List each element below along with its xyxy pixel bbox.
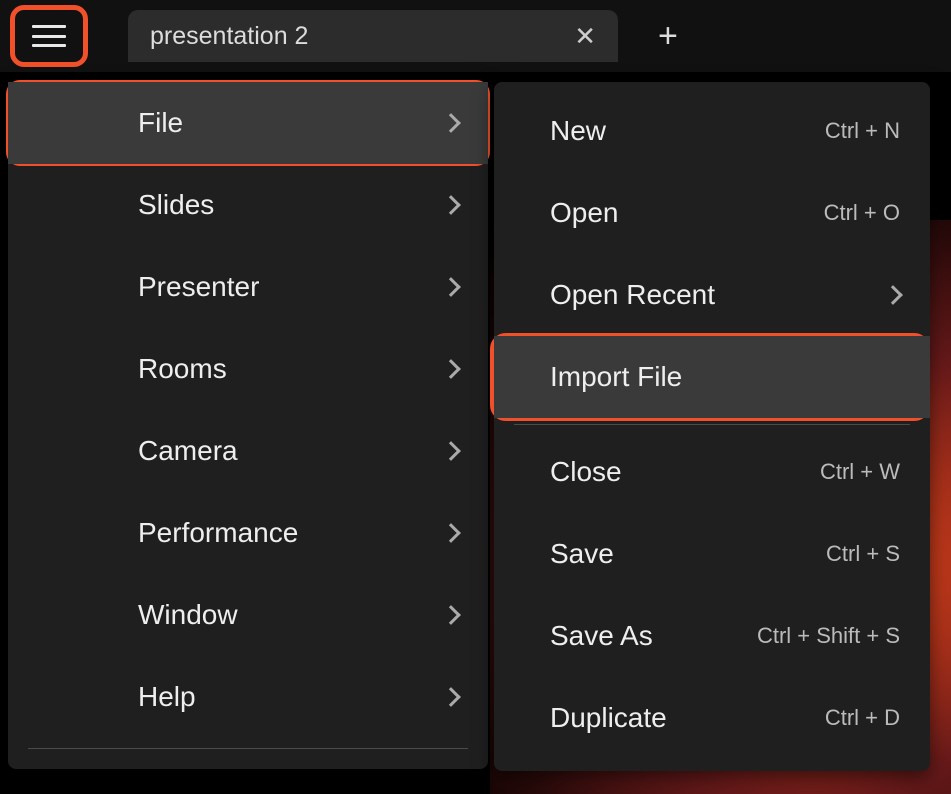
submenu-item-duplicate[interactable]: Duplicate Ctrl + D [494,677,930,759]
chevron-right-icon [441,113,461,133]
submenu-item-import-file[interactable]: Import File [494,336,930,418]
submenu-item-label: Open Recent [550,279,715,311]
document-tab[interactable]: presentation 2 ✕ [128,10,618,62]
menu-divider [28,748,468,749]
submenu-item-save[interactable]: Save Ctrl + S [494,513,930,595]
file-submenu: New Ctrl + N Open Ctrl + O Open Recent I… [494,82,930,771]
chevron-right-icon [441,523,461,543]
submenu-item-new[interactable]: New Ctrl + N [494,90,930,172]
menu-item-label: Camera [138,435,238,467]
chevron-right-icon [883,285,903,305]
submenu-shortcut: Ctrl + Shift + S [757,623,900,649]
menu-item-label: Rooms [138,353,227,385]
menu-item-label: Slides [138,189,214,221]
submenu-item-open[interactable]: Open Ctrl + O [494,172,930,254]
submenu-shortcut: Ctrl + O [824,200,900,226]
menu-item-label: Performance [138,517,298,549]
submenu-item-label: Import File [550,361,682,393]
submenu-item-save-as[interactable]: Save As Ctrl + Shift + S [494,595,930,677]
menu-item-label: Presenter [138,271,259,303]
chevron-right-icon [441,687,461,707]
submenu-item-label: Save [550,538,614,570]
menu-item-file[interactable]: File [8,82,488,164]
hamburger-button[interactable] [10,5,88,67]
submenu-item-label: Save As [550,620,653,652]
menu-item-label: Window [138,599,238,631]
top-bar: presentation 2 ✕ + [0,0,951,72]
chevron-right-icon [441,277,461,297]
chevron-right-icon [441,605,461,625]
chevron-right-icon [441,441,461,461]
submenu-shortcut: Ctrl + S [826,541,900,567]
menu-item-camera[interactable]: Camera [8,410,488,492]
submenu-item-label: Open [550,197,619,229]
submenu-item-label: New [550,115,606,147]
menu-item-presenter[interactable]: Presenter [8,246,488,328]
menu-item-rooms[interactable]: Rooms [8,328,488,410]
menu-item-help[interactable]: Help [8,656,488,738]
submenu-shortcut: Ctrl + W [820,459,900,485]
menu-item-performance[interactable]: Performance [8,492,488,574]
close-icon[interactable]: ✕ [574,21,596,52]
submenu-shortcut: Ctrl + D [825,705,900,731]
chevron-right-icon [441,359,461,379]
menu-item-window[interactable]: Window [8,574,488,656]
main-menu: File Slides Presenter Rooms Camera Perfo… [8,82,488,769]
submenu-item-label: Duplicate [550,702,667,734]
new-tab-button[interactable]: + [658,17,678,56]
submenu-shortcut: Ctrl + N [825,118,900,144]
tab-title: presentation 2 [150,22,308,51]
submenu-item-label: Close [550,456,622,488]
submenu-item-open-recent[interactable]: Open Recent [494,254,930,336]
menu-item-slides[interactable]: Slides [8,164,488,246]
menu-item-label: File [138,107,183,139]
hamburger-icon [32,25,66,47]
submenu-item-close[interactable]: Close Ctrl + W [494,431,930,513]
menu-divider [514,424,910,425]
chevron-right-icon [441,195,461,215]
menu-item-label: Help [138,681,196,713]
